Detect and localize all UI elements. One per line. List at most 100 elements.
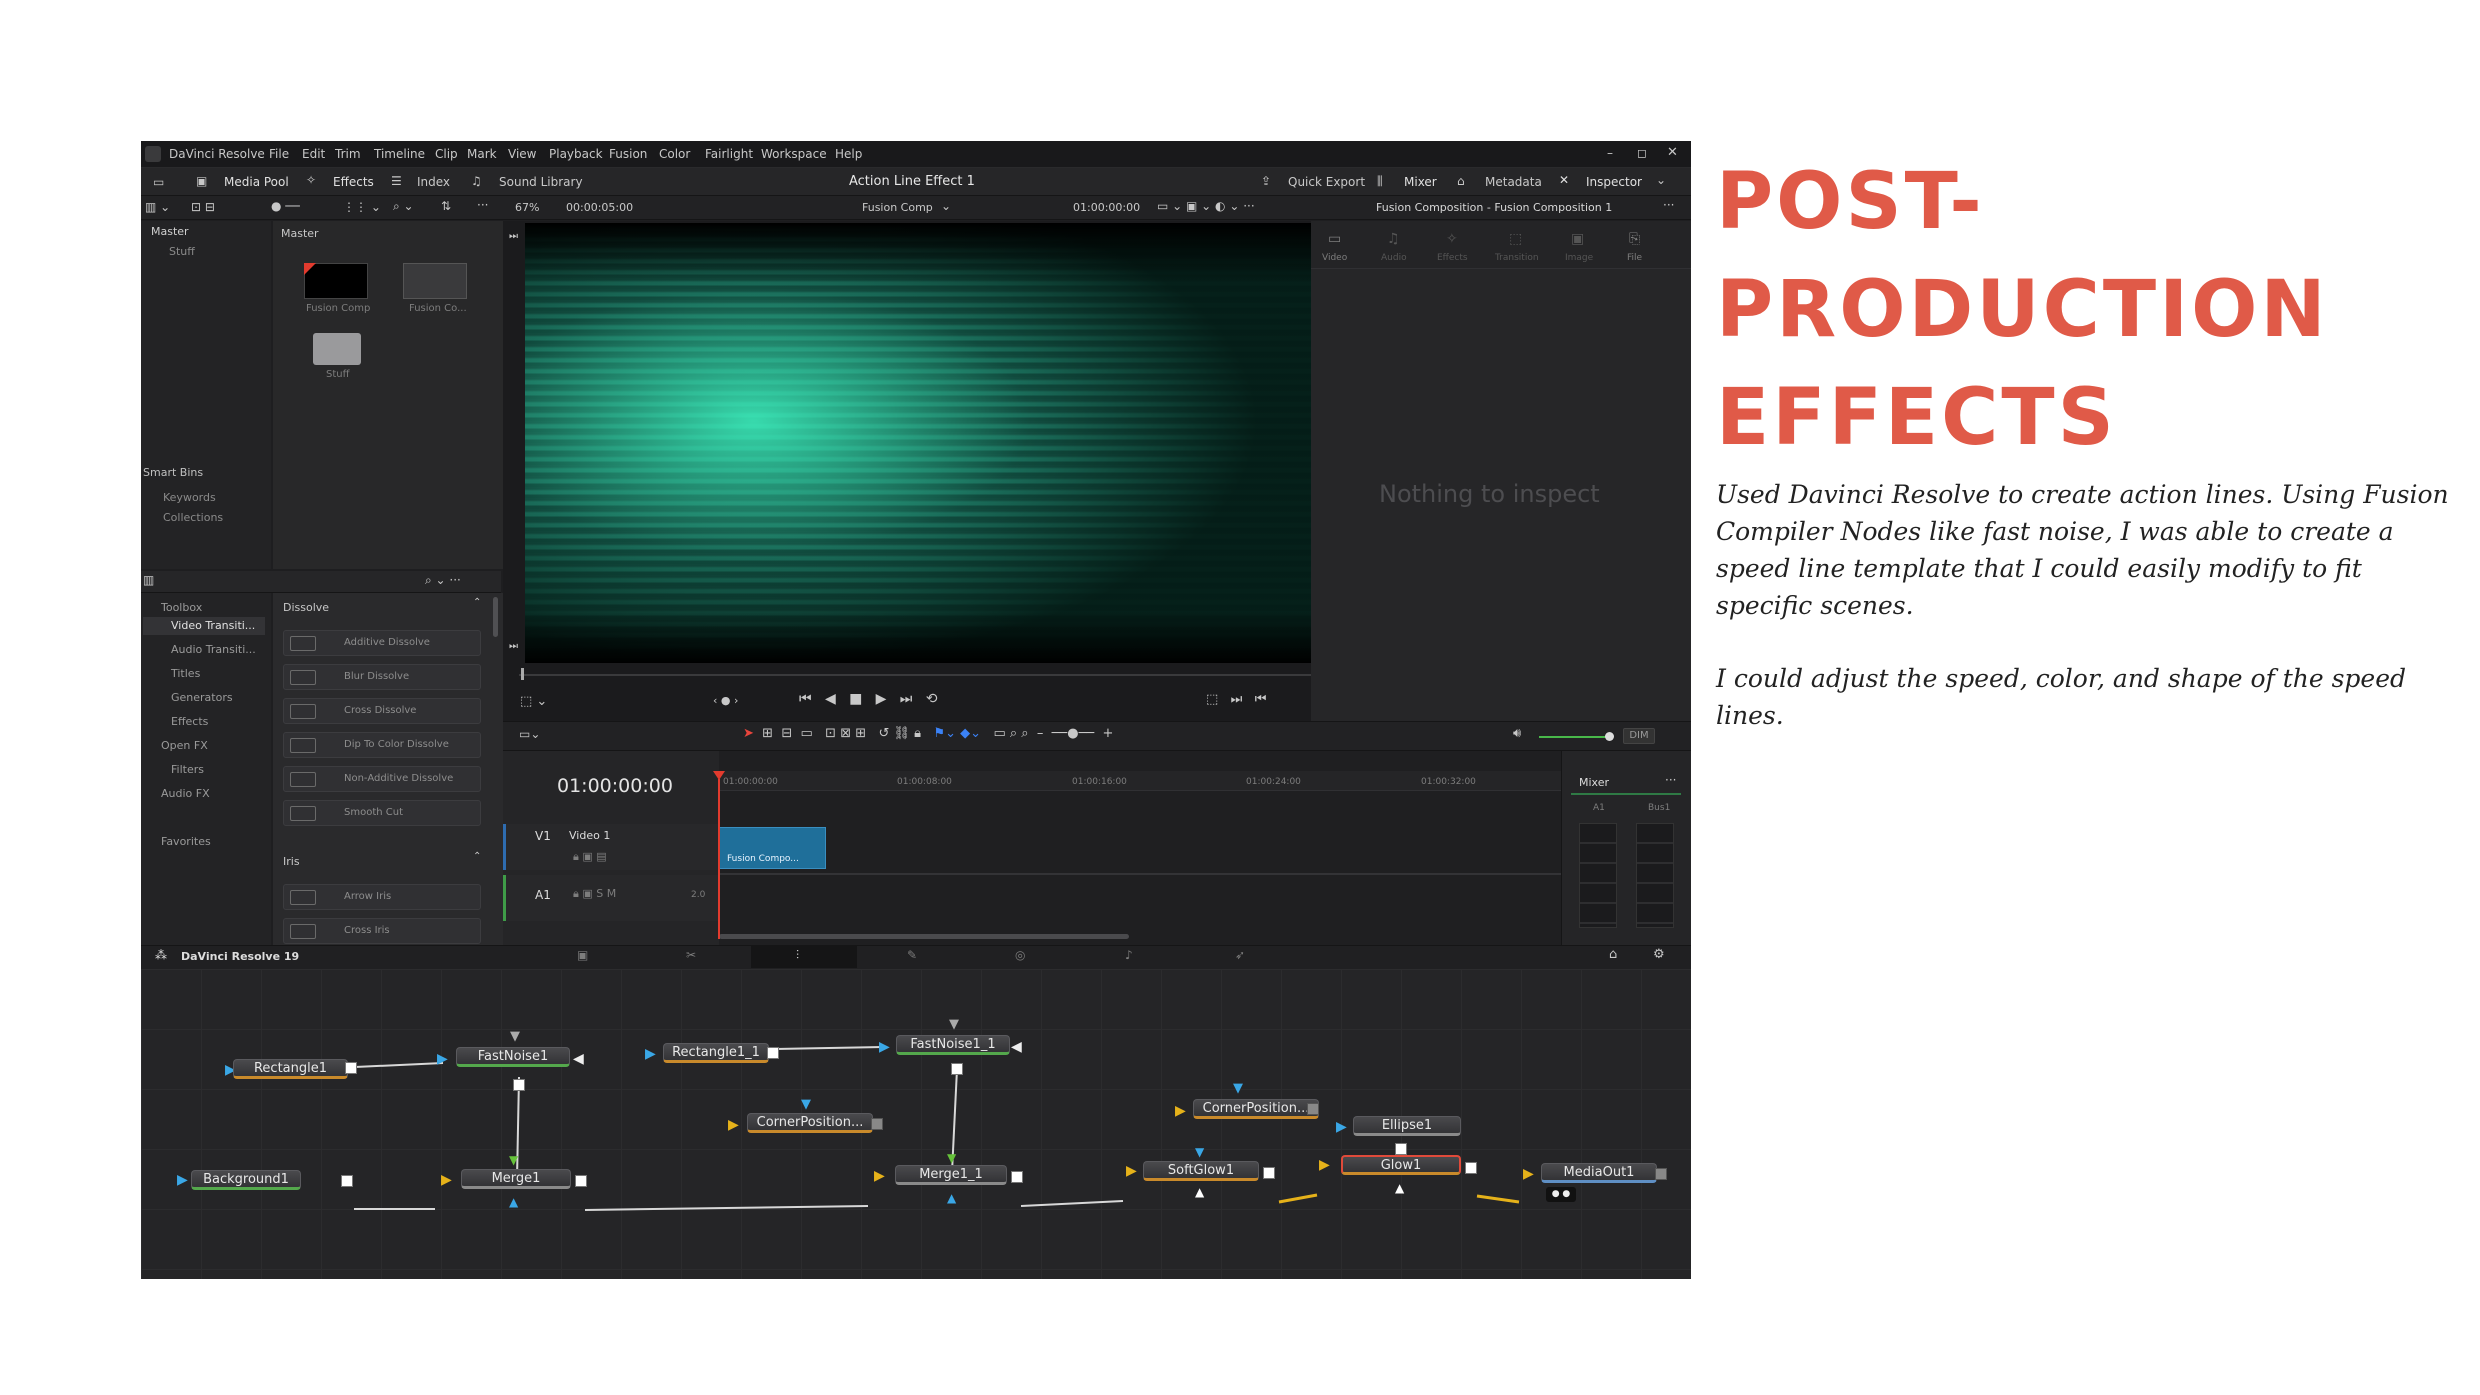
effect-smooth-cut[interactable]: Smooth Cut: [283, 800, 481, 826]
menu-playback[interactable]: Playback: [549, 147, 603, 161]
menu-edit[interactable]: Edit: [302, 147, 325, 161]
index-button[interactable]: Index: [417, 175, 450, 189]
page-fusion-active[interactable]: [751, 946, 857, 968]
node-rectangle1-1[interactable]: Rectangle1_1: [663, 1043, 769, 1063]
timeline-options-icon[interactable]: ▭⌄: [519, 727, 540, 741]
tree-audio-fx[interactable]: Audio FX: [161, 787, 210, 800]
timeline-scrollbar[interactable]: [719, 934, 1129, 939]
search-icon[interactable]: ⌕ ⌄: [393, 199, 414, 214]
effect-cross-iris[interactable]: Cross Iris: [283, 918, 481, 944]
node-mediaout1[interactable]: MediaOut1: [1541, 1163, 1657, 1183]
output-port[interactable]: [575, 1175, 587, 1187]
scrubber-bar[interactable]: [519, 674, 1439, 676]
file-tab-icon[interactable]: ⎘: [1629, 231, 1640, 247]
tree-audio-transitions[interactable]: Audio Transiti...: [171, 643, 256, 656]
output-port[interactable]: [1655, 1168, 1667, 1180]
menu-timeline[interactable]: Timeline: [374, 147, 425, 161]
effects-scrollbar[interactable]: [493, 597, 498, 637]
video-tab-icon[interactable]: ▭: [1328, 231, 1341, 247]
menu-fusion[interactable]: Fusion: [609, 147, 647, 161]
grid-view-icon[interactable]: ⋮⋮ ⌄: [343, 200, 381, 214]
tree-effects[interactable]: Effects: [171, 715, 208, 728]
menu-fairlight[interactable]: Fairlight: [705, 147, 753, 161]
sound-library-button[interactable]: Sound Library: [499, 175, 583, 189]
tab-video[interactable]: Video: [1322, 253, 1347, 263]
tree-titles[interactable]: Titles: [171, 667, 200, 680]
search-icon[interactable]: ⌕ ⌄ ···: [425, 573, 461, 588]
maximize-icon[interactable]: ◻: [1637, 146, 1647, 160]
page-cut-icon[interactable]: ✂: [686, 948, 696, 962]
gear-icon[interactable]: ⚙: [1653, 947, 1665, 962]
tree-filters[interactable]: Filters: [171, 763, 204, 776]
minimize-icon[interactable]: –: [1607, 146, 1613, 160]
effect-non-additive-dissolve[interactable]: Non-Additive Dissolve: [283, 766, 481, 792]
more-icon[interactable]: ···: [1665, 773, 1676, 787]
edit-tools[interactable]: ➤ ⊞ ⊟ ▭ ⊡ ⊠ ⊞ ↺ ⛓ 🔒︎ ⚑⌄ ◆⌄ ▭ ⌕ ⌕ – ──●──…: [743, 726, 1113, 741]
media-pool-button[interactable]: Media Pool: [224, 175, 289, 189]
page-fusion-icon[interactable]: ⫶: [796, 948, 799, 963]
comp-name[interactable]: Fusion Comp: [862, 201, 933, 214]
page-fairlight-icon[interactable]: ♪: [1125, 948, 1133, 962]
tab-image[interactable]: Image: [1565, 253, 1593, 263]
menu-file[interactable]: File: [269, 147, 289, 161]
clip-thumbnail-fusion-co[interactable]: [403, 263, 467, 299]
group-dissolve[interactable]: Dissolve: [283, 601, 329, 614]
output-port[interactable]: [871, 1118, 883, 1130]
menu-color[interactable]: Color: [659, 147, 690, 161]
close-icon[interactable]: ✕: [1667, 145, 1678, 160]
effect-arrow-iris[interactable]: Arrow Iris: [283, 884, 481, 910]
output-port[interactable]: [1465, 1162, 1477, 1174]
scrubber-playhead[interactable]: [521, 668, 524, 680]
home-icon[interactable]: ⌂: [1609, 947, 1617, 962]
node-ellipse1[interactable]: Ellipse1: [1353, 1116, 1461, 1136]
effect-additive-dissolve[interactable]: Additive Dissolve: [283, 630, 481, 656]
volume-slider[interactable]: [1539, 736, 1609, 738]
page-media-icon[interactable]: ▣: [577, 948, 588, 962]
track-controls-icon[interactable]: 🔒︎ ▣ ▤: [573, 850, 607, 864]
output-port[interactable]: [951, 1063, 963, 1075]
output-port[interactable]: [1263, 1167, 1275, 1179]
page-edit-icon[interactable]: ✎: [907, 948, 917, 962]
transport-controls[interactable]: ⬚ ⌄: [520, 694, 547, 709]
audio-tab-icon[interactable]: ♫: [1387, 231, 1400, 247]
menu-help[interactable]: Help: [835, 147, 862, 161]
node-fastnoise1[interactable]: FastNoise1: [456, 1047, 570, 1067]
quick-export-button[interactable]: Quick Export: [1288, 175, 1365, 189]
chevron-down-icon[interactable]: ⌄: [941, 199, 951, 213]
tree-video-transitions[interactable]: Video Transiti...: [171, 619, 255, 632]
viewer-options-icon[interactable]: ▭ ⌄ ▣ ⌄ ◐ ⌄ ···: [1157, 199, 1255, 213]
jog-icon[interactable]: ‹ ● ›: [713, 694, 738, 707]
page-deliver-icon[interactable]: ➶: [1235, 948, 1245, 962]
image-tab-icon[interactable]: ▣: [1571, 231, 1584, 247]
tree-generators[interactable]: Generators: [171, 691, 233, 704]
output-port[interactable]: [767, 1047, 779, 1059]
page-color-icon[interactable]: ◎: [1015, 948, 1025, 962]
effects-button[interactable]: Effects: [333, 175, 374, 189]
mixer-button[interactable]: Mixer: [1404, 175, 1437, 189]
chevron-up-icon[interactable]: ⌃: [473, 851, 481, 862]
output-port[interactable]: [341, 1175, 353, 1187]
tree-favorites[interactable]: Favorites: [161, 835, 211, 848]
expand-icon[interactable]: ⌄: [1656, 173, 1666, 187]
zoom-value[interactable]: 67%: [515, 201, 539, 214]
effects-tab-icon[interactable]: ✧: [1446, 231, 1458, 247]
tab-effects[interactable]: Effects: [1437, 253, 1468, 263]
output-port[interactable]: [513, 1079, 525, 1091]
node-glow1[interactable]: Glow1: [1341, 1155, 1461, 1175]
loop-controls[interactable]: ⬚ ⏭ ⏮: [1206, 692, 1266, 707]
sort-icon[interactable]: ⇅: [441, 199, 451, 213]
folder-icon[interactable]: [313, 333, 361, 365]
menu-workspace[interactable]: Workspace: [761, 147, 827, 161]
output-port[interactable]: [345, 1062, 357, 1074]
menu-view[interactable]: View: [508, 147, 536, 161]
menu-clip[interactable]: Clip: [435, 147, 458, 161]
bin-view-icon[interactable]: ⊡ ⊟: [191, 200, 215, 214]
dim-button[interactable]: DIM: [1623, 728, 1655, 744]
tab-audio[interactable]: Audio: [1381, 253, 1407, 263]
inspector-button[interactable]: Inspector: [1586, 175, 1642, 189]
node-merge1[interactable]: Merge1: [461, 1169, 571, 1189]
tree-open-fx[interactable]: Open FX: [161, 739, 208, 752]
node-softglow1[interactable]: SoftGlow1: [1143, 1161, 1259, 1181]
metadata-button[interactable]: Metadata: [1485, 175, 1542, 189]
bin-stuff[interactable]: Stuff: [169, 245, 195, 258]
